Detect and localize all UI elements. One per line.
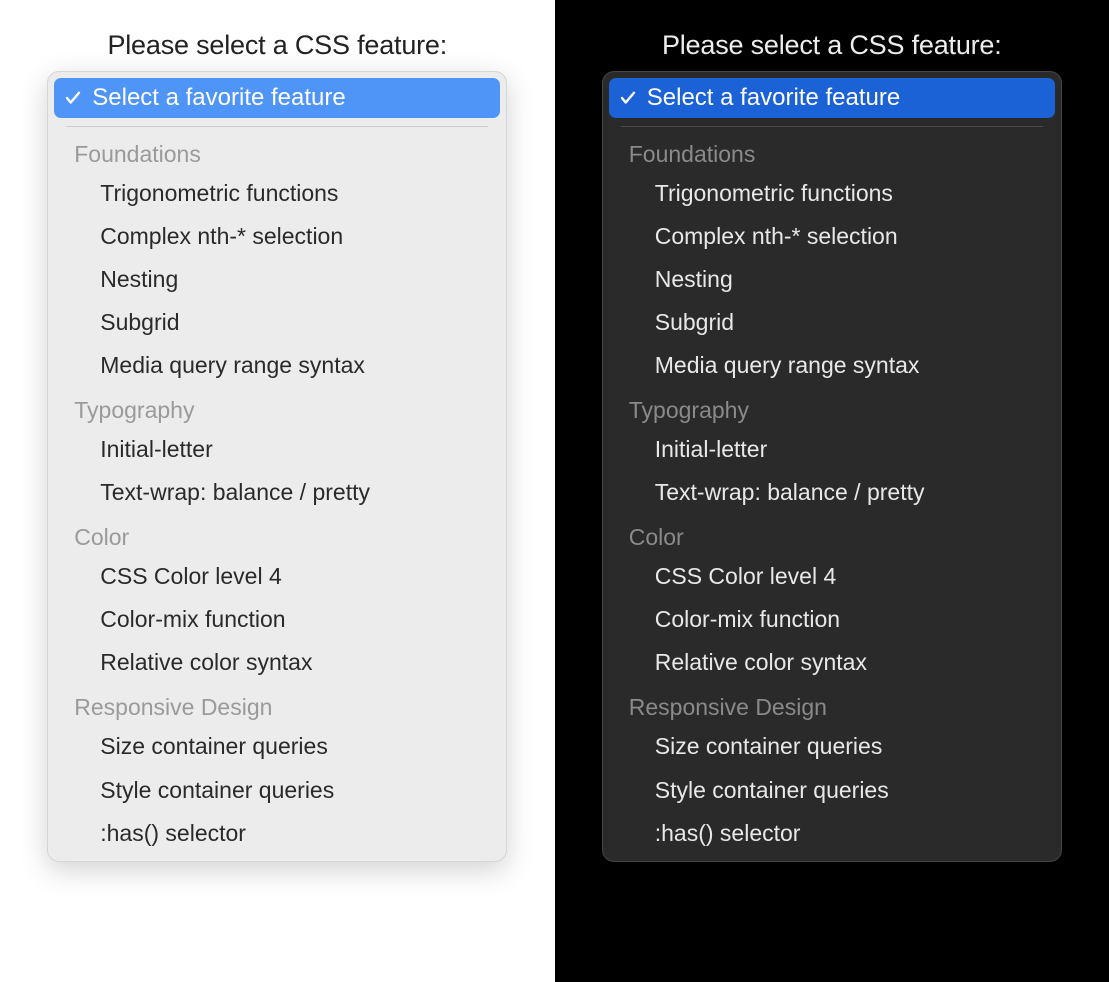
selected-option-row[interactable]: Select a favorite feature (609, 78, 1055, 118)
option-item[interactable]: Relative color syntax (609, 641, 1055, 684)
option-item[interactable]: Initial-letter (609, 428, 1055, 471)
group-header-typography: Typography (54, 387, 500, 428)
option-item[interactable]: Media query range syntax (609, 344, 1055, 387)
select-popup[interactable]: Select a favorite feature Foundations Tr… (47, 71, 507, 862)
option-item[interactable]: Nesting (609, 258, 1055, 301)
option-item[interactable]: Style container queries (54, 769, 500, 812)
option-item[interactable]: Media query range syntax (54, 344, 500, 387)
option-item[interactable]: Text-wrap: balance / pretty (54, 471, 500, 514)
check-icon (64, 89, 82, 107)
group-header-responsive-design: Responsive Design (54, 684, 500, 725)
selected-option-label: Select a favorite feature (92, 84, 345, 112)
check-icon (619, 89, 637, 107)
option-item[interactable]: Nesting (54, 258, 500, 301)
option-item[interactable]: Size container queries (54, 725, 500, 768)
option-item[interactable]: Color-mix function (609, 598, 1055, 641)
dark-mode-panel: Please select a CSS feature: Select a fa… (555, 0, 1109, 982)
group-header-foundations: Foundations (609, 131, 1055, 172)
divider (66, 126, 488, 127)
option-item[interactable]: Text-wrap: balance / pretty (609, 471, 1055, 514)
selected-option-row[interactable]: Select a favorite feature (54, 78, 500, 118)
option-item[interactable]: CSS Color level 4 (609, 555, 1055, 598)
option-item[interactable]: Trigonometric functions (609, 172, 1055, 215)
light-mode-panel: Please select a CSS feature: Select a fa… (0, 0, 555, 982)
select-popup[interactable]: Select a favorite feature Foundations Tr… (602, 71, 1062, 862)
prompt-label: Please select a CSS feature: (107, 30, 447, 61)
option-item[interactable]: Color-mix function (54, 598, 500, 641)
option-item[interactable]: Complex nth-* selection (54, 215, 500, 258)
option-item[interactable]: Relative color syntax (54, 641, 500, 684)
group-header-color: Color (54, 514, 500, 555)
option-item[interactable]: :has() selector (54, 812, 500, 855)
option-item[interactable]: CSS Color level 4 (54, 555, 500, 598)
selected-option-label: Select a favorite feature (647, 84, 900, 112)
divider (621, 126, 1043, 127)
group-header-foundations: Foundations (54, 131, 500, 172)
option-item[interactable]: Initial-letter (54, 428, 500, 471)
option-item[interactable]: Complex nth-* selection (609, 215, 1055, 258)
option-item[interactable]: Subgrid (609, 301, 1055, 344)
option-item[interactable]: :has() selector (609, 812, 1055, 855)
option-item[interactable]: Style container queries (609, 769, 1055, 812)
option-item[interactable]: Subgrid (54, 301, 500, 344)
option-item[interactable]: Size container queries (609, 725, 1055, 768)
group-header-typography: Typography (609, 387, 1055, 428)
group-header-responsive-design: Responsive Design (609, 684, 1055, 725)
option-item[interactable]: Trigonometric functions (54, 172, 500, 215)
prompt-label: Please select a CSS feature: (662, 30, 1002, 61)
group-header-color: Color (609, 514, 1055, 555)
